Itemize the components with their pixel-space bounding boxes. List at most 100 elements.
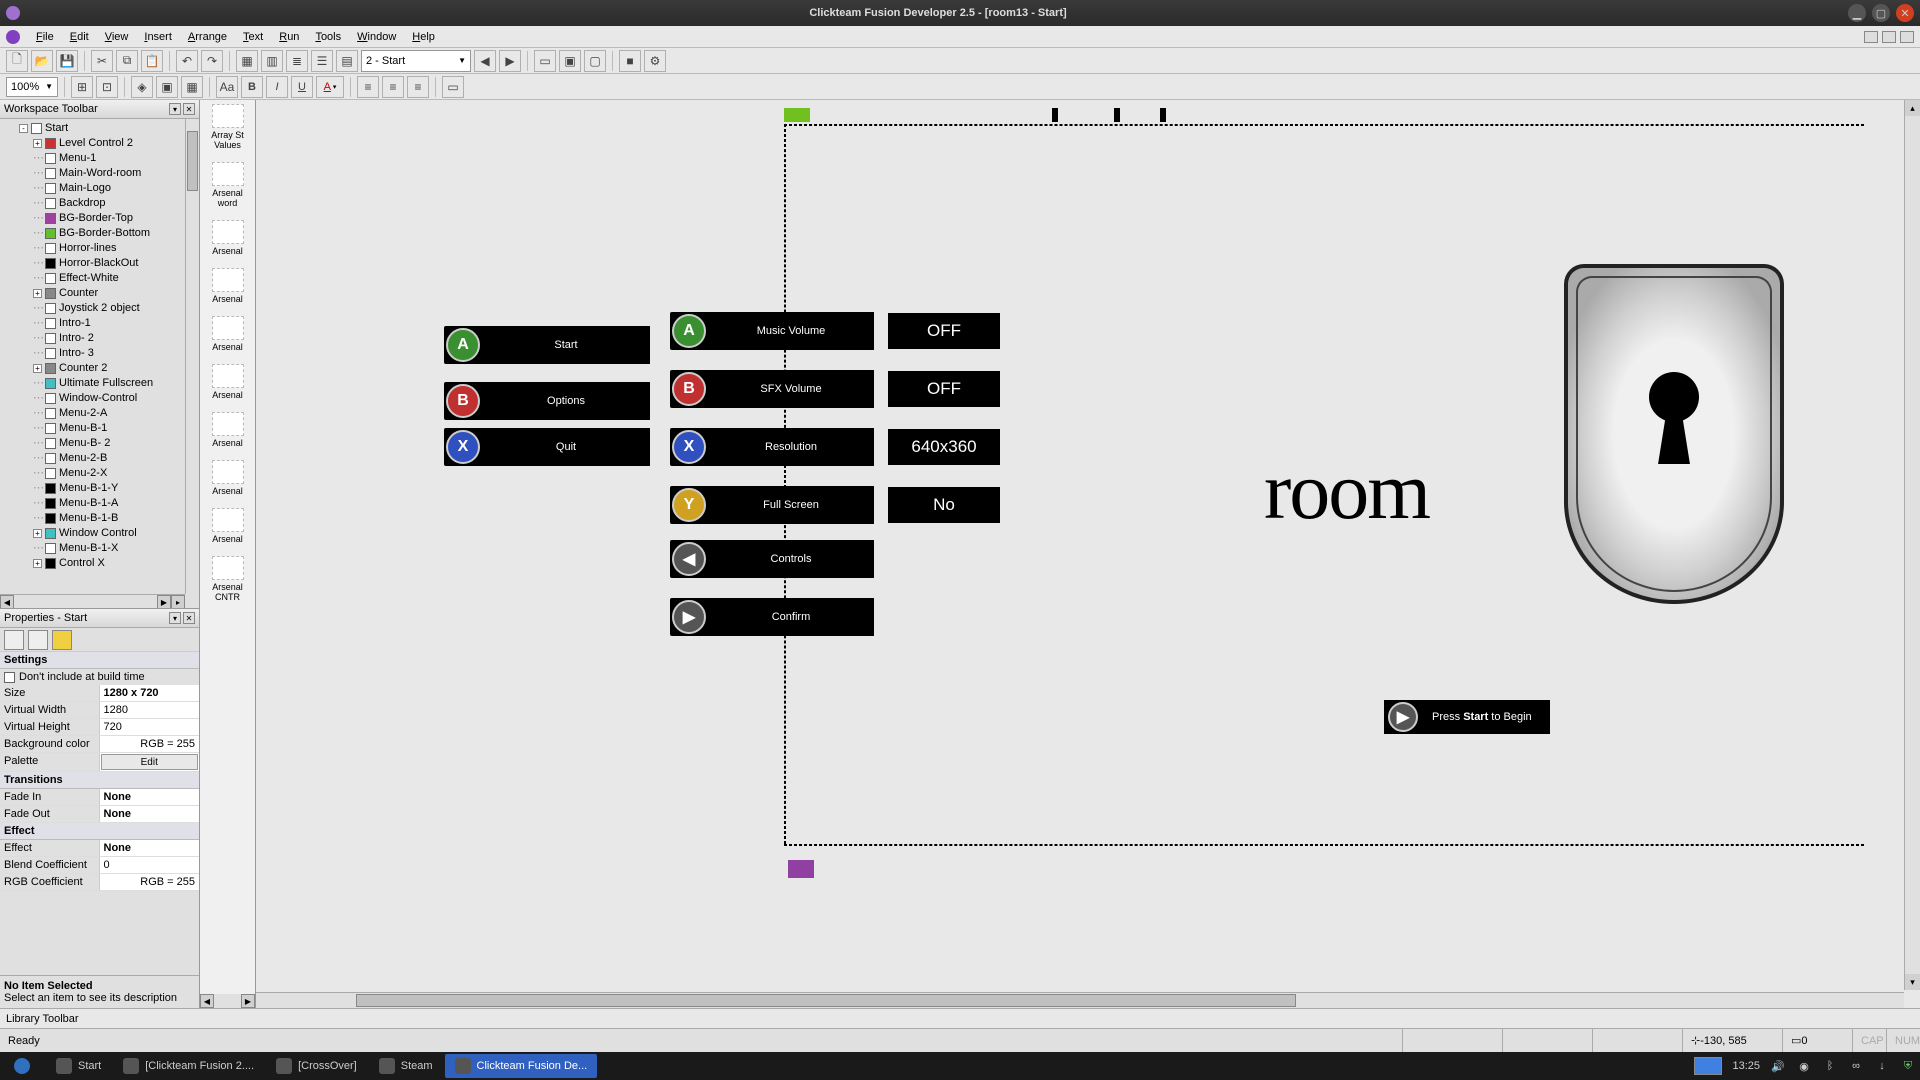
menu-view[interactable]: View [97,28,137,46]
mdi-restore-button[interactable] [1882,31,1896,43]
frame-selector[interactable]: 2 - Start ▼ [361,50,471,72]
menu-button-quit[interactable]: XQuit [444,428,650,466]
frame-editor-button[interactable]: ▥ [261,50,283,72]
tree-item[interactable]: ⋯Horror-lines [2,241,197,256]
menu-window[interactable]: Window [349,28,404,46]
object-list-item[interactable]: Arsenal [202,316,253,352]
open-button[interactable]: 📂 [31,50,53,72]
object-list-item[interactable]: Array StValues [202,104,253,150]
volume-icon[interactable]: 🔊 [1770,1058,1786,1074]
prop-size-value[interactable]: 1280 x 720 [100,685,200,701]
steam-tray-icon[interactable]: ◉ [1796,1058,1812,1074]
zoom-selector[interactable]: 100% ▼ [6,77,58,97]
prop-vwidth-value[interactable]: 1280 [100,702,200,718]
event-list-editor-button[interactable]: ☰ [311,50,333,72]
prev-frame-button[interactable]: ◀ [474,50,496,72]
object-list-item[interactable]: Arsenal [202,364,253,400]
mdi-close-button[interactable] [1900,31,1914,43]
main-logo[interactable]: room [1264,264,1784,694]
tree-item[interactable]: ⋯Menu-2-A [2,406,197,421]
tree-item[interactable]: ⋯Menu-2-B [2,451,197,466]
tree-item[interactable]: ⋯Menu-B-1-B [2,511,197,526]
frame-rect-button[interactable]: ▭ [442,76,464,98]
prop-rgbcoef-value[interactable]: RGB = 255 [100,874,200,890]
start-menu-button[interactable] [4,1054,40,1078]
italic-button[interactable]: I [266,76,288,98]
tree-item[interactable]: ⋯Main-Logo [2,181,197,196]
tree-item[interactable]: ⋯Horror-BlackOut [2,256,197,271]
menu-button-start[interactable]: AStart [444,326,650,364]
bg-border-bottom-object[interactable] [784,108,810,122]
paste-button[interactable]: 📋 [141,50,163,72]
object-list-item[interactable]: ArsenalCNTR [202,556,253,602]
align-center-button[interactable]: ≡ [382,76,404,98]
build-button[interactable]: ⚙ [644,50,666,72]
option-value-full-screen[interactable]: No [888,487,1000,523]
tree-item[interactable]: ⋯Menu-B- 2 [2,436,197,451]
prop-effect-value[interactable]: None [100,840,200,856]
tree-item[interactable]: ⋯Menu-B-1 [2,421,197,436]
option-button-confirm[interactable]: ▶Confirm [670,598,874,636]
taskbar-item[interactable]: [Clickteam Fusion 2.... [113,1054,264,1078]
workspace-close-button[interactable]: ✕ [183,103,195,115]
option-button-full-screen[interactable]: YFull Screen [670,486,874,524]
prop-vheight-value[interactable]: 720 [100,719,200,735]
prop-blend-value[interactable]: 0 [100,857,200,873]
next-frame-button[interactable]: ▶ [499,50,521,72]
close-button[interactable]: ✕ [1896,4,1914,22]
save-button[interactable]: 💾 [56,50,78,72]
option-button-sfx-volume[interactable]: BSFX Volume [670,370,874,408]
prop-dont-include[interactable]: Don't include at build time [0,669,199,685]
prop-fadeout-value[interactable]: None [100,806,200,822]
zoom-frame-button[interactable]: ▣ [156,76,178,98]
center-frame-button[interactable]: ◈ [131,76,153,98]
taskbar-item[interactable]: Steam [369,1054,443,1078]
library-toolbar[interactable]: Library Toolbar [0,1008,1920,1028]
menu-file[interactable]: File [28,28,62,46]
prop-bgcolor-value[interactable]: RGB = 255 [100,736,200,752]
menu-tools[interactable]: Tools [307,28,349,46]
tree-item[interactable]: +Level Control 2 [2,136,197,151]
updates-icon[interactable]: ⛨ [1900,1058,1916,1074]
minimize-button[interactable]: ▁ [1848,4,1866,22]
tree-item[interactable]: +Window Control [2,526,197,541]
option-value-resolution[interactable]: 640x360 [888,429,1000,465]
data-editor-button[interactable]: ▤ [336,50,358,72]
workspace-tree[interactable]: -Start+Level Control 2⋯Menu-1⋯Main-Word-… [0,119,199,594]
run-project-button[interactable]: ▢ [584,50,606,72]
menu-arrange[interactable]: Arrange [180,28,235,46]
option-button-controls[interactable]: ◀Controls [670,540,874,578]
tree-item[interactable]: ⋯Effect-White [2,271,197,286]
undo-button[interactable]: ↶ [176,50,198,72]
grid-snap-button[interactable]: ⊞ [71,76,93,98]
frame-editor-canvas[interactable]: AStartBOptionsXQuit AMusic VolumeOFFBSFX… [256,100,1920,1008]
object-list-item[interactable]: Arsenal [202,220,253,256]
tree-item[interactable]: ⋯Intro- 3 [2,346,197,361]
workspace-pin-button[interactable]: ▾ [169,103,181,115]
tree-item[interactable]: ⋯BG-Border-Bottom [2,226,197,241]
object-list-item[interactable]: Arsenal [202,268,253,304]
option-value-sfx-volume[interactable]: OFF [888,371,1000,407]
workspace-indicator[interactable] [1694,1057,1722,1075]
stop-button[interactable]: ■ [619,50,641,72]
storyboard-editor-button[interactable]: ▦ [236,50,258,72]
tree-item[interactable]: +Counter [2,286,197,301]
menu-edit[interactable]: Edit [62,28,97,46]
tree-item[interactable]: ⋯Menu-B-1-Y [2,481,197,496]
canvas-vscroll[interactable] [1904,100,1920,990]
properties-pin-button[interactable]: ▾ [169,612,181,624]
fit-button[interactable]: ▦ [181,76,203,98]
prop-tab-settings[interactable] [4,630,24,650]
menu-insert[interactable]: Insert [136,28,180,46]
font-button[interactable]: Aa [216,76,238,98]
prop-palette-edit-button[interactable]: Edit [101,754,199,770]
menu-text[interactable]: Text [235,28,271,46]
objlist-scroll-left[interactable]: ◀ [200,994,214,1008]
menu-help[interactable]: Help [404,28,443,46]
run-frame-button[interactable]: ▣ [559,50,581,72]
copy-button[interactable]: ⧉ [116,50,138,72]
run-app-button[interactable]: ▭ [534,50,556,72]
bluetooth-icon[interactable]: ᛒ [1822,1058,1838,1074]
bold-button[interactable]: B [241,76,263,98]
network-icon[interactable]: ↓ [1874,1058,1890,1074]
